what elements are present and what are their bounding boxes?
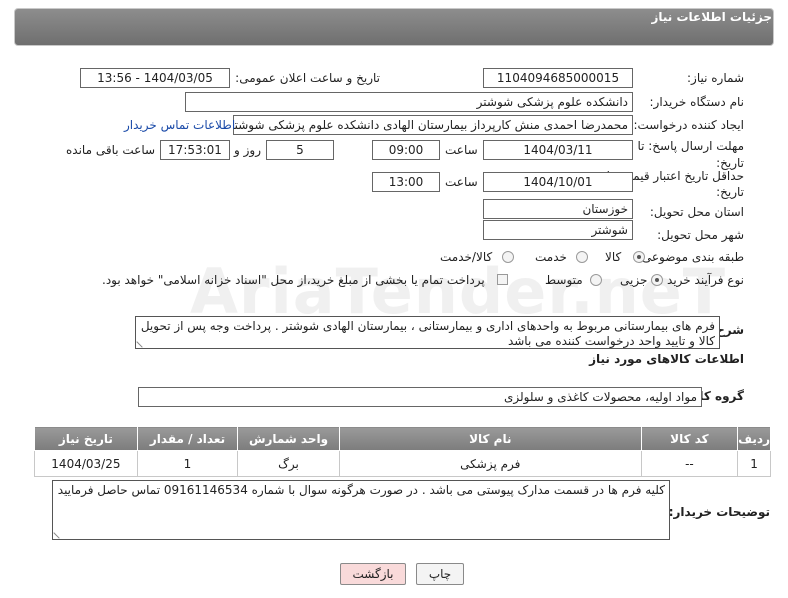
validity-date-field: 1404/10/01 (483, 172, 633, 192)
requester-label: ایجاد کننده درخواست: (633, 118, 744, 132)
table-row: 1 -- فرم پزشکی برگ 1 1404/03/25 (34, 450, 771, 477)
category-radio-goods[interactable] (633, 251, 645, 263)
remaining-label: ساعت باقی مانده (66, 143, 156, 157)
cell-item-code: -- (640, 450, 739, 477)
process-radio-medium[interactable] (590, 274, 602, 286)
validity-time-label: ساعت (445, 175, 478, 189)
buyer-org-label: نام دستگاه خریدار: (649, 95, 745, 109)
buyer-org-field: دانشکده علوم پزشکی شوشتر (185, 92, 633, 112)
resize-grip-icon[interactable] (53, 527, 65, 539)
buyer-notes-text: کلیه فرم ها در قسمت مدارک پیوستی می باشد… (57, 483, 665, 497)
description-text: فرم های بیمارستانی مربوط به واحدهای ادار… (140, 319, 715, 348)
cell-unit: برگ (237, 450, 340, 477)
category-label: طبقه بندی موضوعی: (637, 250, 744, 264)
col-header-item-name: نام کالا (338, 426, 642, 451)
deadline-time-label: ساعت (445, 143, 478, 157)
announce-label: تاریخ و ساعت اعلان عمومی: (235, 71, 380, 85)
col-header-quantity: تعداد / مقدار (136, 426, 239, 451)
cell-item-name: فرم پزشکی (338, 450, 642, 477)
buyer-notes-label: توضیحات خریدار: (668, 505, 770, 519)
cell-quantity: 1 (136, 450, 239, 477)
goods-group-field: مواد اولیه، محصولات کاغذی و سلولزی (138, 387, 702, 407)
city-label: شهر محل تحویل: (657, 228, 744, 242)
category-option-goods-service: کالا/خدمت (440, 250, 493, 264)
cell-need-date: 1404/03/25 (34, 450, 138, 477)
description-textarea[interactable]: فرم های بیمارستانی مربوط به واحدهای ادار… (135, 316, 720, 349)
announce-field: 1404/03/05 - 13:56 (80, 68, 230, 88)
city-field: شوشتر (483, 220, 633, 240)
process-option-minor: جزیی (620, 273, 648, 287)
validity-time-field: 13:00 (372, 172, 440, 192)
goods-section-title: اطلاعات کالاهای مورد نیاز (589, 352, 744, 366)
col-header-item-code: کد کالا (640, 426, 739, 451)
page-title: جزئیات اطلاعات نیاز (651, 10, 772, 24)
items-table: ردیف کد کالا نام کالا واحد شمارش تعداد /… (34, 426, 771, 477)
province-field: خوزستان (483, 199, 633, 219)
resize-grip-icon[interactable] (136, 336, 148, 348)
need-number-label: شماره نیاز: (687, 71, 744, 85)
province-label: استان محل تحویل: (649, 205, 744, 219)
col-header-need-date: تاریخ نیاز (34, 426, 138, 451)
days-label: روز و (234, 143, 261, 157)
back-button[interactable]: بازگشت (340, 563, 406, 585)
buyer-notes-textarea[interactable]: کلیه فرم ها در قسمت مدارک پیوستی می باشد… (52, 480, 670, 540)
need-number-field: 1104094685000015 (483, 68, 633, 88)
category-radio-service[interactable] (576, 251, 588, 263)
category-radio-goods-service[interactable] (502, 251, 514, 263)
col-header-unit: واحد شمارش (237, 426, 340, 451)
process-option-medium: متوسط (545, 273, 583, 287)
category-option-goods: کالا (605, 250, 622, 264)
cell-row-number: 1 (737, 450, 771, 477)
deadline-time-field: 09:00 (372, 140, 440, 160)
days-field: 5 (266, 140, 334, 160)
deadline-date-field: 1404/03/11 (483, 140, 633, 160)
print-button[interactable]: چاپ (416, 563, 464, 585)
buyer-contact-link[interactable]: اطلاعات تماس خریدار (124, 118, 235, 132)
process-radio-minor[interactable] (651, 274, 663, 286)
payment-checkbox[interactable] (497, 274, 508, 285)
table-header-row: ردیف کد کالا نام کالا واحد شمارش تعداد /… (34, 426, 771, 451)
payment-note: پرداخت تمام یا بخشی از مبلغ خرید،از محل … (102, 273, 485, 287)
remaining-time-field: 17:53:01 (160, 140, 230, 160)
requester-field: محمدرضا احمدی منش کارپرداز بیمارستان اله… (233, 115, 633, 135)
process-label: نوع فرآیند خرید : (659, 273, 744, 287)
category-option-service: خدمت (535, 250, 567, 264)
deadline-label: مهلت ارسال پاسخ: تا تاریخ: (637, 139, 744, 170)
col-header-row-number: ردیف (737, 426, 771, 451)
